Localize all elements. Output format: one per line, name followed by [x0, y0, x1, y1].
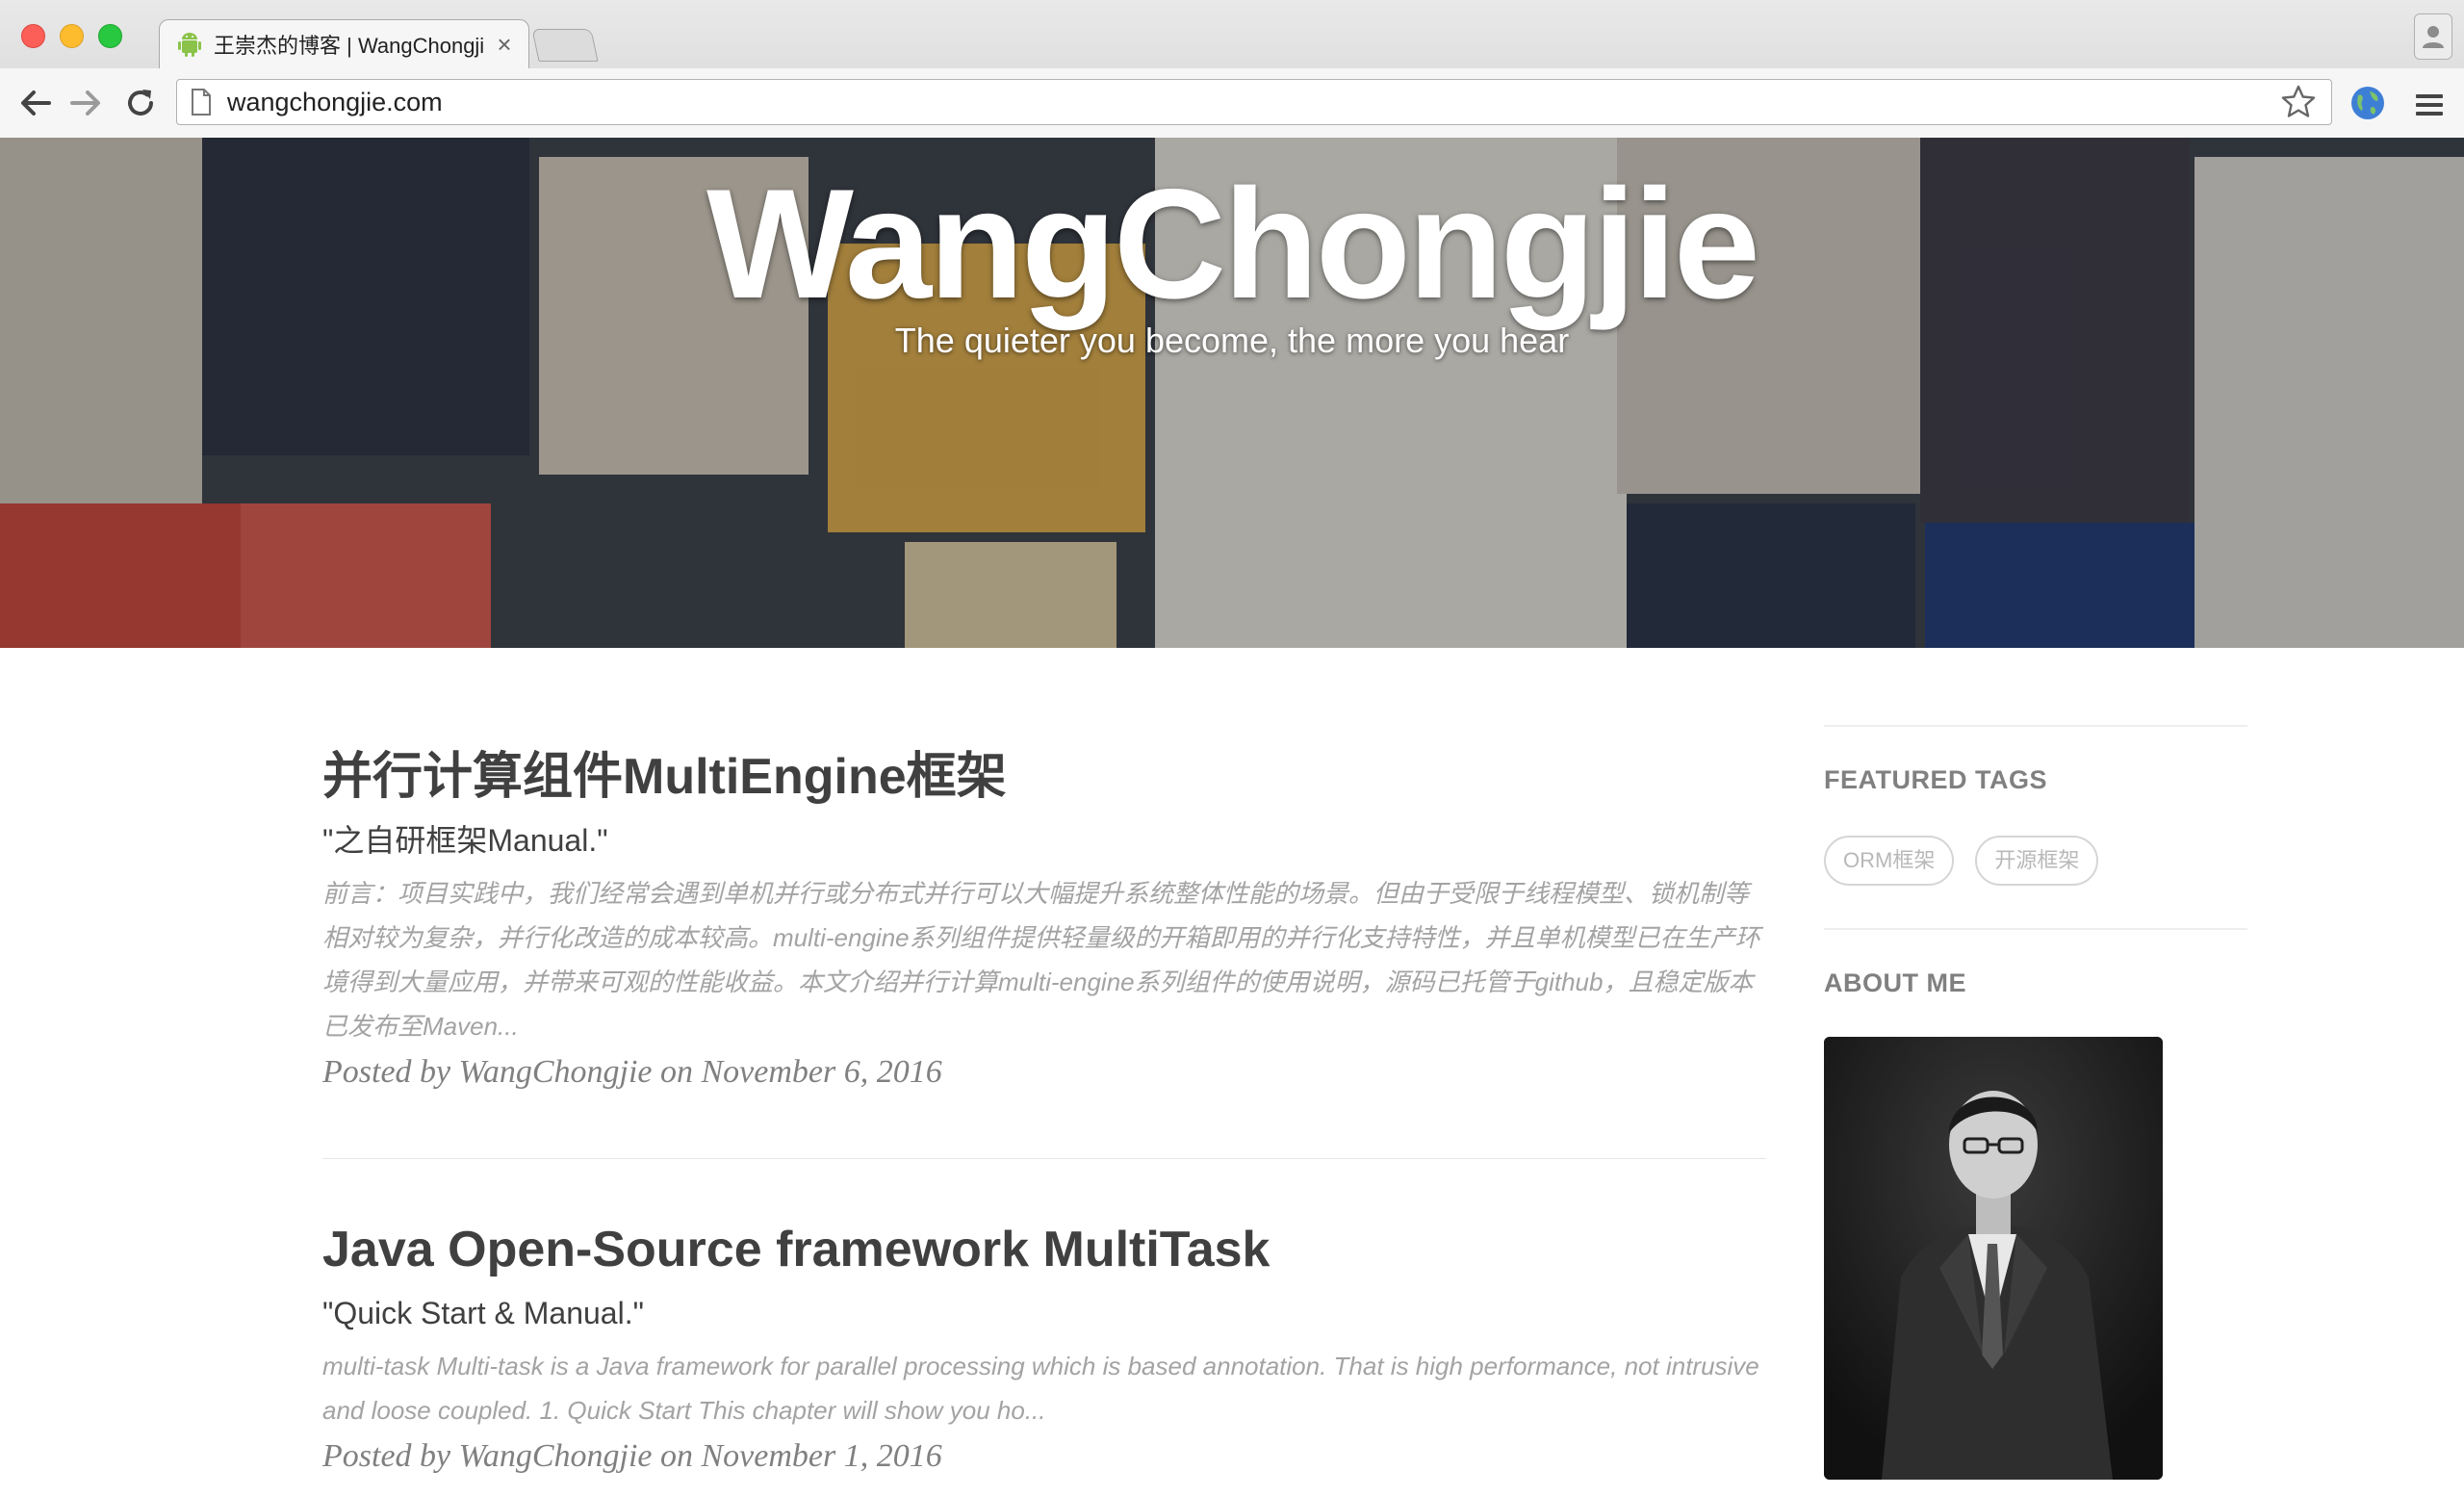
post-subtitle[interactable]: "Quick Start & Manual." [322, 1294, 1766, 1332]
header-banner: WangChongjie The quieter you become, the… [0, 138, 2464, 648]
site-subtitle: The quieter you become, the more you hea… [894, 321, 1570, 360]
browser-chrome: 王崇杰的博客 | WangChongjie × wangchongjie.com [0, 0, 2464, 138]
post-subtitle[interactable]: "之自研框架Manual." [322, 821, 1766, 860]
page-icon [192, 89, 211, 116]
tag-list: ORM框架 开源框架 [1824, 836, 2247, 886]
sidebar-divider [1824, 928, 2247, 930]
close-window-button[interactable] [21, 24, 45, 48]
post-preview[interactable]: 并行计算组件MultiEngine框架 "之自研框架Manual." 前言：项目… [322, 648, 1766, 1093]
zoom-window-button[interactable] [98, 24, 122, 48]
site-title[interactable]: WangChongjie [0, 155, 2464, 334]
reload-icon[interactable] [119, 82, 162, 124]
post-title[interactable]: Java Open-Source framework MultiTask [322, 1219, 1766, 1280]
address-bar[interactable]: wangchongjie.com [176, 79, 2332, 125]
post-preview[interactable]: Java Open-Source framework MultiTask "Qu… [322, 1159, 1766, 1477]
featured-tags-heading: FEATURED TAGS [1824, 765, 2047, 794]
tag-link[interactable]: 开源框架 [1975, 836, 2099, 886]
avatar [1824, 1037, 2163, 1480]
back-icon[interactable] [13, 82, 56, 124]
post-list: 并行计算组件MultiEngine框架 "之自研框架Manual." 前言：项目… [322, 648, 1766, 1477]
about-me-heading: ABOUT ME [1824, 968, 1966, 997]
post-meta: Posted by WangChongjie on November 1, 20… [322, 1438, 942, 1474]
sidebar: FEATURED TAGS ORM框架 开源框架 ABOUT ME [1824, 648, 2247, 1480]
url-text[interactable]: wangchongjie.com [227, 88, 2279, 117]
tag-link[interactable]: ORM框架 [1824, 836, 1955, 886]
sidebar-divider [1824, 725, 2247, 727]
menu-icon[interactable] [2410, 86, 2449, 124]
tab-close-icon[interactable]: × [492, 30, 517, 60]
minimize-window-button[interactable] [60, 24, 84, 48]
star-icon[interactable] [2279, 83, 2318, 121]
forward-icon[interactable] [65, 82, 108, 124]
post-title[interactable]: 并行计算组件MultiEngine框架 [322, 746, 1766, 808]
browser-toolbar: wangchongjie.com [0, 68, 2464, 138]
post-excerpt[interactable]: 前言：项目实践中，我们经常会遇到单机并行或分布式并行可以大幅提升系统整体性能的场… [322, 871, 1766, 1048]
browser-tab[interactable]: 王崇杰的博客 | WangChongjie × [159, 19, 529, 68]
profile-icon[interactable] [2414, 13, 2452, 60]
new-tab-button[interactable] [531, 29, 599, 62]
globe-extension-icon[interactable] [2348, 84, 2387, 122]
post-excerpt[interactable]: multi-task Multi-task is a Java framewor… [322, 1344, 1766, 1432]
post-meta: Posted by WangChongjie on November 6, 20… [322, 1054, 942, 1090]
tab-title: 王崇杰的博客 | WangChongjie [214, 34, 484, 58]
android-favicon-icon [175, 30, 204, 59]
